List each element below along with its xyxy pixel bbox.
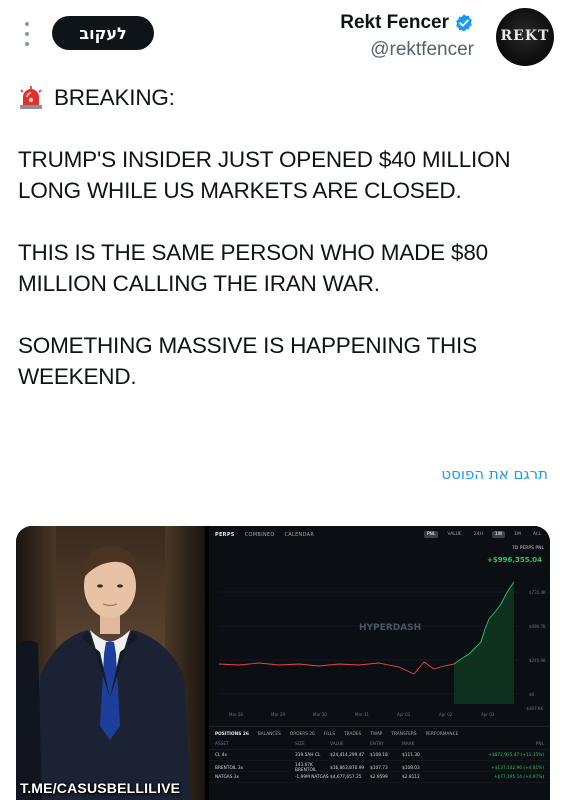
col-asset: ASSET (215, 742, 229, 747)
x-tick: Mar 31 (355, 712, 369, 717)
cell-size: -1.99M NATGAS (295, 774, 329, 780)
handle[interactable]: @rektfencer (340, 39, 474, 61)
avatar[interactable]: REKT (496, 8, 554, 66)
cell-asset: NATGAS 3x (215, 774, 240, 780)
dash-tab-perps: PERPS (215, 532, 235, 538)
col-entry: ENTRY (370, 742, 384, 747)
cell-entry: $107.73 (370, 765, 388, 771)
pos-tab: ORDERS 26 (289, 732, 315, 737)
pos-tab: PERFORMANCE (425, 732, 459, 737)
cell-pnl: +$872,935.47 (+11.35%) (488, 752, 544, 758)
range-tab-1m: 1M (514, 532, 521, 537)
pnl-chart: HYPERDASH $735.4K $490.7K $245.9K $0 -$3… (218, 581, 546, 717)
range-tab-all: ALL (532, 532, 541, 537)
range-tab-pnl: PNL (423, 531, 439, 538)
range-tab-24h: 24H (473, 532, 483, 537)
x-tick: Apr 02 (439, 712, 453, 717)
more-options-icon[interactable] (22, 22, 32, 46)
cell-entry: $2.9599 (370, 774, 388, 780)
y-tick: $735.4K (529, 590, 546, 595)
pos-tab: BALANCES (257, 732, 281, 737)
breaking-line: BREAKING: (18, 82, 553, 113)
avatar-logo-text: REKT (500, 28, 550, 44)
pnl-value: +$996,355.04 (486, 556, 542, 564)
pnl-label: 7D PERPS PNL (511, 546, 544, 551)
pos-tab: TRADES (344, 732, 362, 737)
dashboard-range-tabs: PNL VALUE 24H 1W 1M ALL (423, 531, 544, 538)
post-media[interactable]: T.ME/CASUSBELLILIVE PERPS COMBINED CALEN… (16, 526, 550, 800)
dashboard-screenshot[interactable]: PERPS COMBINED CALENDAR PNL VALUE 24H 1W… (209, 526, 550, 800)
range-tab-value: VALUE (447, 532, 462, 537)
x-tick: Apr 03 (481, 712, 495, 717)
cell-asset: CL 4x (215, 752, 228, 758)
tweet-header: לעקוב Rekt Fencer @rektfencer REKT (0, 0, 566, 70)
cell-mark: $111.30 (402, 752, 420, 758)
y-tick: $0 (529, 692, 535, 697)
y-tick: $245.9K (529, 658, 546, 663)
dash-tab-combined: COMBINED (244, 532, 275, 538)
breaking-label: BREAKING: (54, 85, 175, 110)
positions-tabs: POSITIONS 26 BALANCES ORDERS 26 FILLS TR… (209, 727, 550, 740)
cell-mark: $108.03 (402, 765, 420, 771)
col-value: VALUE (330, 742, 344, 747)
cell-mark: $2.8112 (402, 774, 420, 780)
cell-size: 319.5AH CL (295, 752, 321, 758)
post-paragraph-2: THIS IS THE SAME PERSON WHO MADE $80 MIL… (18, 240, 488, 296)
post-paragraph-3: SOMETHING MASSIVE IS HAPPENING THIS WEEK… (18, 333, 477, 389)
dashboard-tabs: PERPS COMBINED CALENDAR (215, 532, 314, 538)
x-tick: Mar 29 (271, 712, 285, 717)
watermark-text: T.ME/CASUSBELLILIVE (20, 780, 181, 796)
cell-entry: $108.18 (370, 752, 388, 758)
pos-tab: POSITIONS 26 (215, 732, 249, 737)
author-block[interactable]: Rekt Fencer @rektfencer (340, 12, 474, 61)
cell-asset: BRENTOIL 3x (215, 765, 244, 771)
cell-value: $24,414,299.47 (330, 752, 365, 758)
portrait-figure (16, 546, 191, 800)
col-mark: MARK (402, 742, 415, 747)
display-name[interactable]: Rekt Fencer (340, 12, 449, 34)
verified-badge-icon (456, 14, 472, 32)
range-tab-1w: 1W (491, 531, 506, 538)
post-paragraph-1: TRUMP'S INSIDER JUST OPENED $40 MILLION … (18, 147, 511, 203)
y-tick: $490.7K (529, 624, 546, 629)
x-tick: Apr 01 (397, 712, 411, 717)
x-tick: Mar 30 (313, 712, 327, 717)
table-row: BRENTOIL 3x 143.67K BRENTOIL $16,863,870… (209, 761, 550, 773)
table-row: CL 4x 319.5AH CL $24,414,299.47 $108.18 … (209, 750, 550, 761)
col-pnl: PNL (535, 742, 544, 747)
post-body: BREAKING: TRUMP'S INSIDER JUST OPENED $4… (18, 82, 553, 392)
positions-table: POSITIONS 26 BALANCES ORDERS 26 FILLS TR… (209, 726, 550, 800)
siren-icon (20, 85, 42, 109)
cell-value: $4,677,657.25 (330, 774, 362, 780)
pos-tab: FILLS (323, 732, 336, 737)
follow-button[interactable]: לעקוב (52, 16, 154, 50)
pos-tab: TRANSFERS (391, 732, 417, 737)
table-header: ASSET SIZE VALUE ENTRY MARK PNL (209, 740, 550, 750)
cell-value: $16,863,870.99 (330, 765, 365, 771)
translate-post-link[interactable]: תרגם את הפוסט (441, 465, 548, 483)
table-row: NATGAS 3x -1.99M NATGAS $4,677,657.25 $2… (209, 772, 550, 783)
hyperdash-watermark: HYPERDASH (359, 623, 421, 633)
col-size: SIZE (295, 742, 305, 747)
cell-size: 143.67K BRENTOIL (295, 763, 317, 773)
x-tick: Mar 28 (229, 712, 243, 717)
dash-tab-calendar: CALENDAR (284, 532, 315, 538)
y-tick: -$307.6K (525, 706, 543, 711)
cell-pnl: +$137,142.96 (+4.81%) (491, 765, 544, 771)
pos-tab: TWAP (370, 732, 383, 737)
portrait-photo[interactable]: T.ME/CASUSBELLILIVE (16, 526, 205, 800)
cell-pnl: +$77,195.14 (+4.97%) (493, 774, 544, 780)
